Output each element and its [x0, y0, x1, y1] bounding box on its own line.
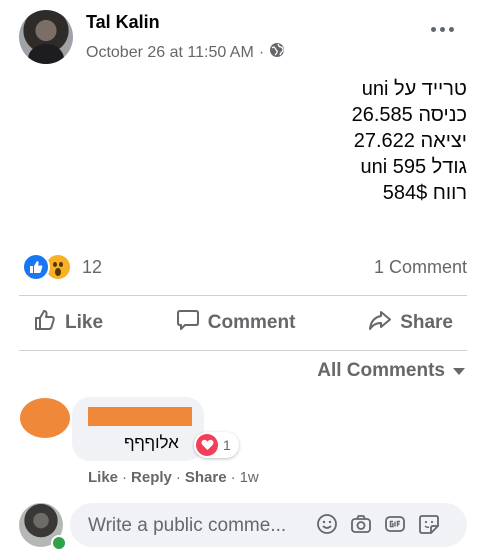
post-line: יציאה 27.622 — [353, 130, 467, 152]
online-status-indicator — [51, 535, 67, 551]
comments-filter-dropdown[interactable]: All Comments — [317, 360, 465, 382]
post-meta: October 26 at 11:50 AM · — [86, 42, 285, 63]
comment-label: Comment — [207, 312, 296, 333]
comment-reaction-count: 1 — [223, 437, 231, 453]
comment-text: אלוףףף — [124, 433, 179, 452]
comment-count-link[interactable]: 1 Comment — [374, 257, 467, 278]
comments-filter-label: All Comments — [317, 360, 445, 381]
like-label: Like — [65, 312, 104, 333]
meta-separator: · — [258, 43, 265, 61]
post-timestamp[interactable]: October 26 at 11:50 AM — [86, 44, 254, 62]
thumbs-up-icon — [33, 308, 57, 338]
love-reaction-icon — [196, 434, 218, 456]
share-button[interactable]: Share — [354, 303, 467, 343]
like-reaction-icon — [22, 253, 50, 281]
comment-button[interactable]: Comment — [162, 303, 310, 343]
comment-reactions[interactable]: 1 — [194, 432, 239, 458]
emoji-icon[interactable] — [316, 513, 338, 535]
comment-like-link[interactable]: Like — [88, 469, 118, 486]
comment-age[interactable]: 1w — [240, 469, 259, 486]
dot-separator: · — [230, 469, 236, 486]
share-label: Share — [400, 312, 453, 333]
post-actions: Like Comment Share — [19, 297, 467, 349]
share-arrow-icon — [368, 308, 392, 338]
like-button[interactable]: Like — [19, 303, 117, 343]
post-line: כניסה 26.585 — [351, 104, 467, 126]
composer-tools — [316, 513, 440, 535]
commenter-avatar[interactable] — [20, 398, 70, 438]
comment-input-placeholder: Write a public comme... — [88, 515, 287, 536]
dot-separator: · — [122, 469, 128, 486]
more-options-icon[interactable] — [431, 27, 457, 39]
post-body: טרייד על uni כניסה 26.585 יציאה 27.622 ג… — [167, 76, 467, 206]
divider — [19, 350, 467, 351]
reaction-count: 12 — [82, 256, 103, 277]
globe-icon — [269, 42, 285, 63]
dot-separator: · — [175, 469, 181, 486]
sticker-icon[interactable] — [418, 513, 440, 535]
author-avatar[interactable] — [19, 10, 73, 64]
reactions-summary[interactable]: 12 — [22, 253, 102, 281]
camera-icon[interactable] — [350, 513, 372, 535]
speech-bubble-icon — [176, 308, 200, 338]
divider — [19, 295, 467, 296]
comment-share-link[interactable]: Share — [185, 469, 227, 486]
caret-down-icon — [453, 367, 465, 375]
post-line: רווח 584$ — [382, 182, 467, 204]
commenter-name-redacted[interactable] — [88, 407, 192, 426]
author-name[interactable]: Tal Kalin — [86, 12, 160, 33]
gif-icon[interactable] — [384, 513, 406, 535]
post-line: טרייד על uni — [361, 78, 467, 100]
comment-reply-link[interactable]: Reply — [131, 469, 172, 486]
post-line: גודל 595 uni — [360, 156, 467, 178]
comment-actions: Like · Reply · Share · 1w — [88, 469, 259, 486]
